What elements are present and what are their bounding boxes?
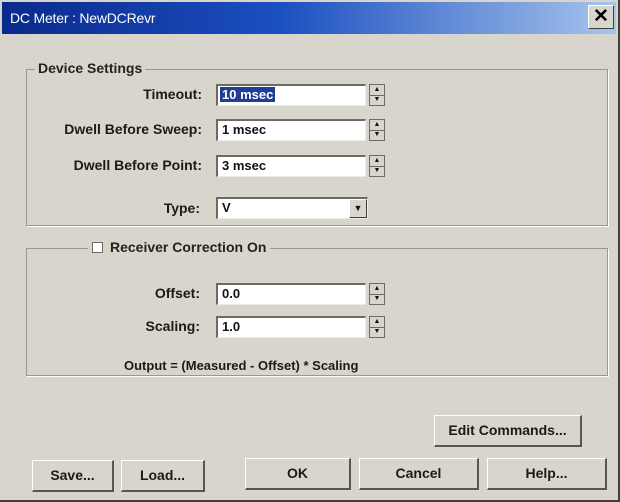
dwell-point-spinner[interactable]: ▲ ▼ (369, 155, 385, 177)
close-icon: ✕ (593, 6, 609, 27)
window-title: DC Meter : NewDCRevr (10, 10, 156, 26)
dwell-sweep-input[interactable]: 1 msec (216, 119, 366, 141)
spin-down-icon[interactable]: ▼ (370, 166, 384, 176)
load-button[interactable]: Load... (121, 460, 205, 492)
ok-button[interactable]: OK (245, 458, 351, 490)
timeout-label: Timeout: (143, 86, 202, 102)
timeout-spinner[interactable]: ▲ ▼ (369, 84, 385, 106)
scaling-input[interactable]: 1.0 (216, 316, 366, 338)
scaling-label: Scaling: (145, 318, 200, 334)
spin-down-icon[interactable]: ▼ (370, 130, 384, 140)
edit-commands-button[interactable]: Edit Commands... (434, 415, 582, 447)
scaling-spinner[interactable]: ▲ ▼ (369, 316, 385, 338)
dwell-point-label: Dwell Before Point: (73, 157, 202, 173)
dc-meter-dialog: DC Meter : NewDCRevr ✕ Device Settings T… (0, 0, 620, 502)
output-formula: Output = (Measured - Offset) * Scaling (124, 358, 359, 373)
receiver-correction-group (26, 248, 608, 376)
receiver-correction-label: Receiver Correction On (110, 239, 267, 255)
offset-label: Offset: (154, 285, 200, 301)
offset-input[interactable]: 0.0 (216, 283, 366, 305)
dwell-point-input[interactable]: 3 msec (216, 155, 366, 177)
type-label: Type: (163, 200, 200, 216)
spin-down-icon[interactable]: ▼ (370, 95, 384, 105)
receiver-correction-checkbox[interactable] (92, 242, 103, 253)
device-settings-title: Device Settings (35, 60, 146, 76)
type-value: V (222, 200, 231, 215)
offset-spinner[interactable]: ▲ ▼ (369, 283, 385, 305)
help-button[interactable]: Help... (487, 458, 607, 490)
chevron-down-icon[interactable]: ▼ (349, 199, 367, 218)
dwell-sweep-label: Dwell Before Sweep: (64, 121, 202, 137)
close-button[interactable]: ✕ (588, 5, 614, 29)
spin-down-icon[interactable]: ▼ (370, 294, 384, 304)
dwell-sweep-spinner[interactable]: ▲ ▼ (369, 119, 385, 141)
save-button[interactable]: Save... (32, 460, 114, 492)
timeout-value: 10 msec (220, 87, 276, 102)
cancel-button[interactable]: Cancel (359, 458, 479, 490)
timeout-input[interactable]: 10 msec (216, 84, 366, 106)
title-bar[interactable]: DC Meter : NewDCRevr ✕ (2, 2, 616, 34)
type-select[interactable]: V ▼ (216, 197, 368, 219)
receiver-correction-toggle[interactable]: Receiver Correction On (88, 239, 271, 255)
spin-down-icon[interactable]: ▼ (370, 327, 384, 337)
